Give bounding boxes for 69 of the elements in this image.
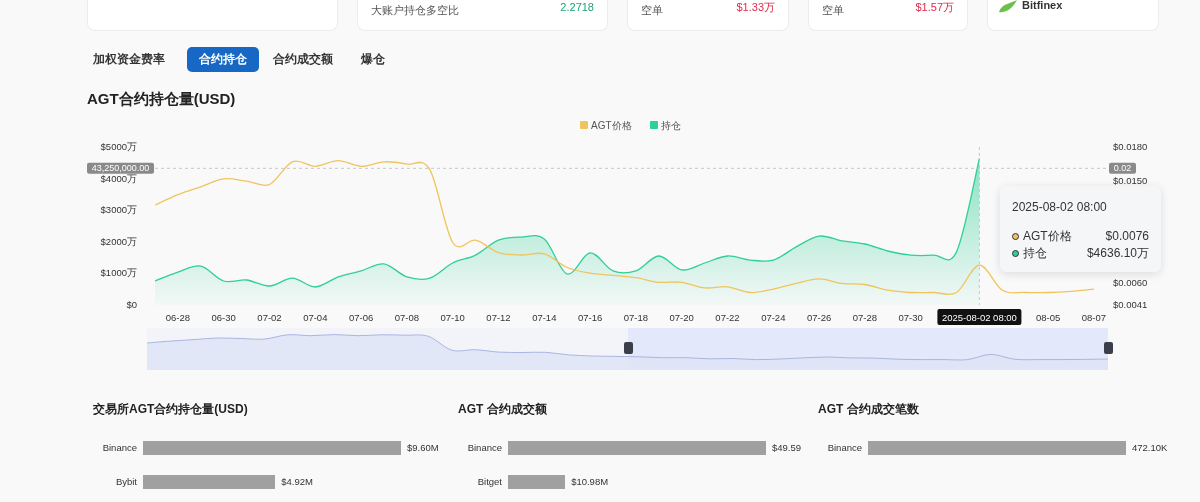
stat-value: $1.33万 [736,0,775,14]
x-axis-label: 08-07 [1081,312,1107,323]
x-axis-label: 07-18 [623,312,649,323]
x-axis-label: 07-30 [898,312,923,323]
y-axis-label: $1000万 [100,267,137,279]
y-axis-label: $2000万 [100,235,137,247]
tab[interactable]: 合约持仓 [187,47,259,72]
stat-value: 2.2718 [560,0,594,14]
stat-label: 空单 [822,3,844,17]
tooltip-series-name: AGT价格 [1023,228,1072,245]
stat-label: 大账户持仓多空比 [371,3,459,17]
x-axis-label: 06-30 [211,312,236,323]
bar-category-label: Bitget [476,475,503,490]
stat-value: $1.57万 [915,0,954,14]
tab[interactable]: 合约成交额 [267,47,339,72]
bar [508,475,566,490]
x-axis-label: 07-10 [440,312,465,323]
exchange-name: Bitfinex [1022,0,1063,10]
bar-value-label: 472.10K [1131,441,1168,455]
legend-item[interactable]: 持仓 [650,120,681,131]
tab[interactable]: 爆仓 [355,47,391,72]
chart-title: AGT合约持仓量(USD) [86,89,237,109]
crosshair-value-label: 0.02 [1109,162,1136,174]
tooltip-value: $0.0076 [1105,228,1149,245]
tooltip-series-name: 持仓 [1023,245,1047,262]
tooltip-title: 2025-08-02 08:00 [1012,199,1108,216]
x-axis-label: 07-26 [806,312,832,323]
tooltip-value: $4636.10万 [1086,245,1149,262]
bar-value-label: $49.59 [771,441,802,455]
legend-item[interactable]: AGT价格 [580,120,632,131]
y-axis-label: $3000万 [100,204,137,216]
x-axis-label: 07-06 [348,312,374,323]
y-axis-label: $0.0180 [1113,141,1148,152]
bar-category-label: Binance [101,441,138,455]
x-axis-label: 07-24 [761,312,786,323]
bar-category-label: Binance [466,441,503,455]
y-axis-label: $5000万 [100,141,137,152]
tab[interactable]: 加权资金费率 [87,47,171,72]
y-axis-label: $0.0060 [1113,277,1148,289]
y-axis-label: $0 [126,299,137,310]
panel-title: 交易所AGT合约持仓量(USD) [93,402,249,416]
x-axis-label: 07-22 [715,312,740,323]
bar-category-label: Bybit [114,475,138,490]
bar-category-label: Binance [826,441,863,455]
x-axis-label: 07-20 [669,312,694,323]
x-axis-label: 07-14 [532,312,557,323]
range-slider-drawing[interactable] [146,328,1113,370]
x-axis-label: 07-12 [486,312,511,323]
panel-title: AGT 合约成交笔数 [818,402,920,416]
crosshair-value-label: 43,250,000.00 [87,162,154,174]
x-axis-label: 07-28 [852,312,878,323]
y-axis-label: $0.0041 [1113,299,1148,310]
bar-value-label: $4.92M [280,475,313,490]
x-axis-label: 07-08 [394,312,420,323]
legend-label: AGT价格 [591,120,632,131]
legend-label: 持仓 [661,120,681,131]
panel-title: AGT 合约成交额 [458,402,548,416]
x-axis-label: 07-16 [577,312,603,323]
y-axis-label: $0.0150 [1113,175,1148,187]
x-axis-label: 06-28 [165,312,191,323]
y-axis-label: $4000万 [100,172,137,184]
x-axis-label: 07-02 [257,312,282,323]
bar-value-label: $9.60M [406,441,439,455]
crosshair-date-label: 2025-08-02 08:00 [937,309,1022,325]
leaf-logo-icon [998,0,1018,14]
x-axis-label: 08-05 [1035,312,1061,323]
x-axis-label: 07-04 [303,312,328,323]
bar-value-label: $10.98M [570,475,609,490]
stat-label: 空单 [641,3,663,17]
